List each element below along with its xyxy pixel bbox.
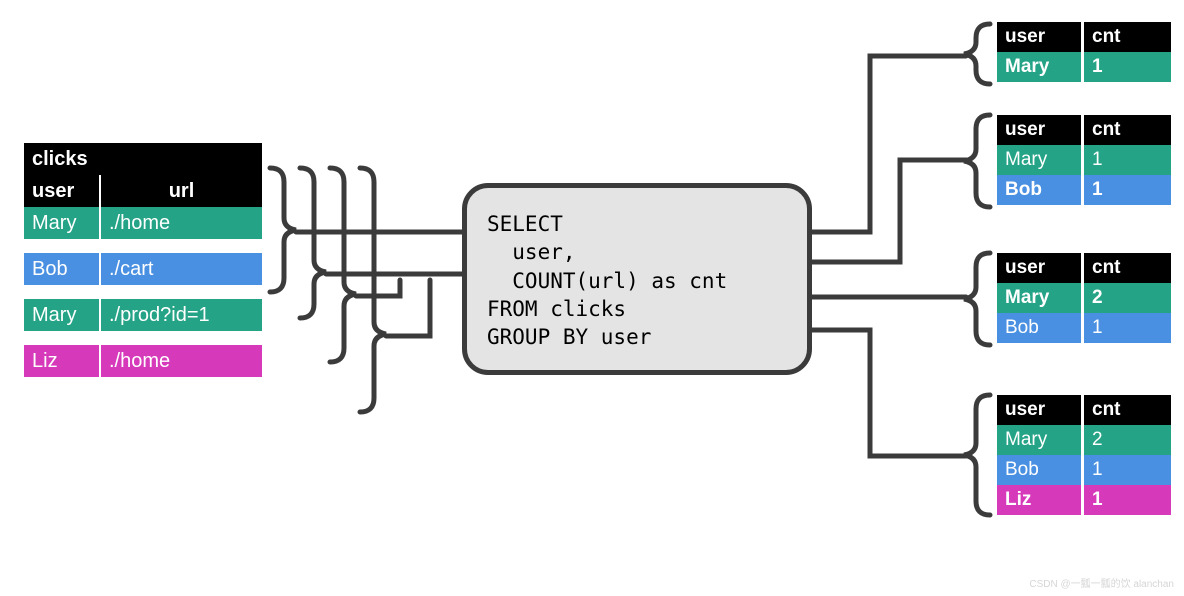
table-row: Mary1	[997, 52, 1171, 82]
table-row: Liz1	[997, 485, 1171, 515]
table-row: Mary1	[997, 145, 1171, 175]
sql-query-box: SELECT user, COUNT(url) as cnt FROM clic…	[462, 183, 812, 375]
output-table-3: usercnt Mary2 Bob1	[994, 253, 1174, 343]
output-table-4: usercnt Mary2 Bob1 Liz1	[994, 395, 1174, 515]
table-row: Mary2	[997, 425, 1171, 455]
output-table-2: usercnt Mary1 Bob1	[994, 115, 1174, 205]
output-table-1: usercnt Mary1	[994, 22, 1174, 82]
input-table: clicks user url Mary./home Bob./cart Mar…	[22, 143, 264, 377]
table-row: Bob1	[997, 313, 1171, 343]
table-row: Bob1	[997, 175, 1171, 205]
table-row: Mary./prod?id=1	[24, 299, 262, 331]
table-row: Bob./cart	[24, 253, 262, 285]
sql-text: SELECT user, COUNT(url) as cnt FROM clic…	[487, 210, 787, 352]
table-row: Bob1	[997, 455, 1171, 485]
table-row: Liz./home	[24, 345, 262, 377]
watermark: CSDN @一瓢一瓢的饮 alanchan	[1029, 575, 1174, 590]
col-url: url	[101, 175, 262, 207]
table-row: Mary./home	[24, 207, 262, 239]
input-table-title: clicks	[24, 143, 262, 175]
col-user: user	[24, 175, 99, 207]
table-row: Mary2	[997, 283, 1171, 313]
